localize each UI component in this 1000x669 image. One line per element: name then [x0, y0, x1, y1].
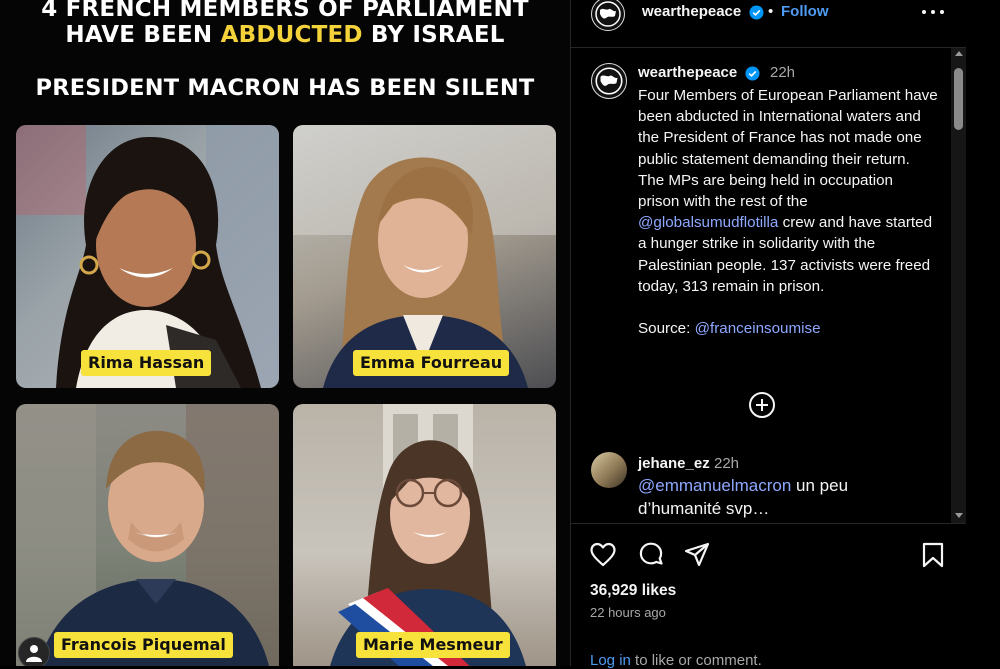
- comments-scrollbar[interactable]: [951, 48, 966, 523]
- source-mention-link[interactable]: @franceinsoumise: [695, 320, 821, 337]
- bookmark-icon[interactable]: [919, 541, 947, 569]
- headline-line-2-end: BY ISRAEL: [362, 22, 505, 48]
- caption-username[interactable]: wearthepeace: [638, 64, 737, 81]
- user-icon: [26, 645, 42, 662]
- heart-icon[interactable]: [589, 541, 617, 569]
- globe-logo-icon: [595, 67, 623, 95]
- scroll-thumb[interactable]: [954, 68, 963, 130]
- likes-count[interactable]: 36,929 likes: [590, 582, 676, 600]
- commenter-avatar[interactable]: [591, 452, 627, 488]
- header-separator: •: [768, 3, 774, 20]
- portrait-photo-1: [16, 125, 279, 388]
- name-tag-1: Rima Hassan: [81, 350, 212, 376]
- headline-accent-word: ABDUCTED: [220, 22, 363, 48]
- more-options-icon[interactable]: [921, 0, 947, 24]
- name-tag-4: Marie Mesmeur: [356, 632, 510, 658]
- caption-mention-link[interactable]: @globalsumudflotilla: [638, 214, 778, 231]
- headline-line-1: 4 FRENCH MEMBERS OF PARLIAMENT: [41, 0, 529, 22]
- headline-line-2-start: HAVE BEEN: [65, 22, 221, 48]
- caption-avatar[interactable]: [591, 63, 627, 99]
- comment-mention-link[interactable]: @emmanuelmacron: [638, 476, 791, 495]
- post-panel: wearthepeace • Follow wearthepeace 22h F…: [570, 0, 966, 669]
- plus-circle-icon[interactable]: [748, 391, 776, 419]
- caption-text: Four Members of European Parliament have…: [638, 85, 938, 339]
- headline-line-3: PRESIDENT MACRON HAS BEEN SILENT: [35, 75, 535, 101]
- caption-body-start: Four Members of European Parliament have…: [638, 87, 938, 211]
- login-prompt-text: to like or comment.: [630, 652, 762, 669]
- globe-logo-icon: [595, 1, 621, 27]
- portrait-photo-3: [16, 404, 279, 666]
- follow-button[interactable]: Follow: [781, 3, 829, 20]
- paper-plane-icon[interactable]: [683, 541, 711, 569]
- name-tag-3: Francois Piquemal: [54, 632, 233, 658]
- name-tag-2: Emma Fourreau: [353, 350, 510, 376]
- post-timestamp[interactable]: 22 hours ago: [590, 605, 666, 620]
- login-prompt: Log in to like or comment.: [590, 652, 762, 669]
- author-avatar[interactable]: [591, 0, 625, 31]
- author-username[interactable]: wearthepeace: [642, 3, 741, 20]
- tagged-users-button[interactable]: [18, 637, 50, 666]
- source-label: Source:: [638, 320, 695, 338]
- comment-time[interactable]: 22h: [714, 455, 739, 472]
- caption-time[interactable]: 22h: [770, 64, 795, 81]
- verified-badge-icon: [745, 66, 760, 81]
- scroll-down-arrow-icon[interactable]: [955, 513, 963, 518]
- action-bar: 36,929 likes 22 hours ago Log in to like…: [571, 523, 966, 669]
- comments-scroll-area[interactable]: wearthepeace 22h Four Members of Europea…: [571, 48, 951, 523]
- post-header: wearthepeace • Follow: [571, 0, 966, 48]
- headline-line-2: HAVE BEEN ABDUCTED BY ISRAEL: [0, 22, 570, 49]
- login-link[interactable]: Log in: [590, 652, 631, 669]
- verified-badge-icon: [749, 5, 764, 20]
- post-image[interactable]: 4 FRENCH MEMBERS OF PARLIAMENT HAVE BEEN…: [0, 0, 570, 666]
- comment-bubble-icon[interactable]: [637, 541, 665, 569]
- portrait-photo-2: [293, 125, 556, 388]
- page-background: [966, 0, 1000, 666]
- comment-text: @emmanuelmacron un peu d’humanité svp…: [638, 475, 918, 520]
- scroll-up-arrow-icon[interactable]: [955, 51, 963, 56]
- portrait-photo-4: [293, 404, 556, 666]
- commenter-username[interactable]: jehane_ez: [638, 455, 710, 472]
